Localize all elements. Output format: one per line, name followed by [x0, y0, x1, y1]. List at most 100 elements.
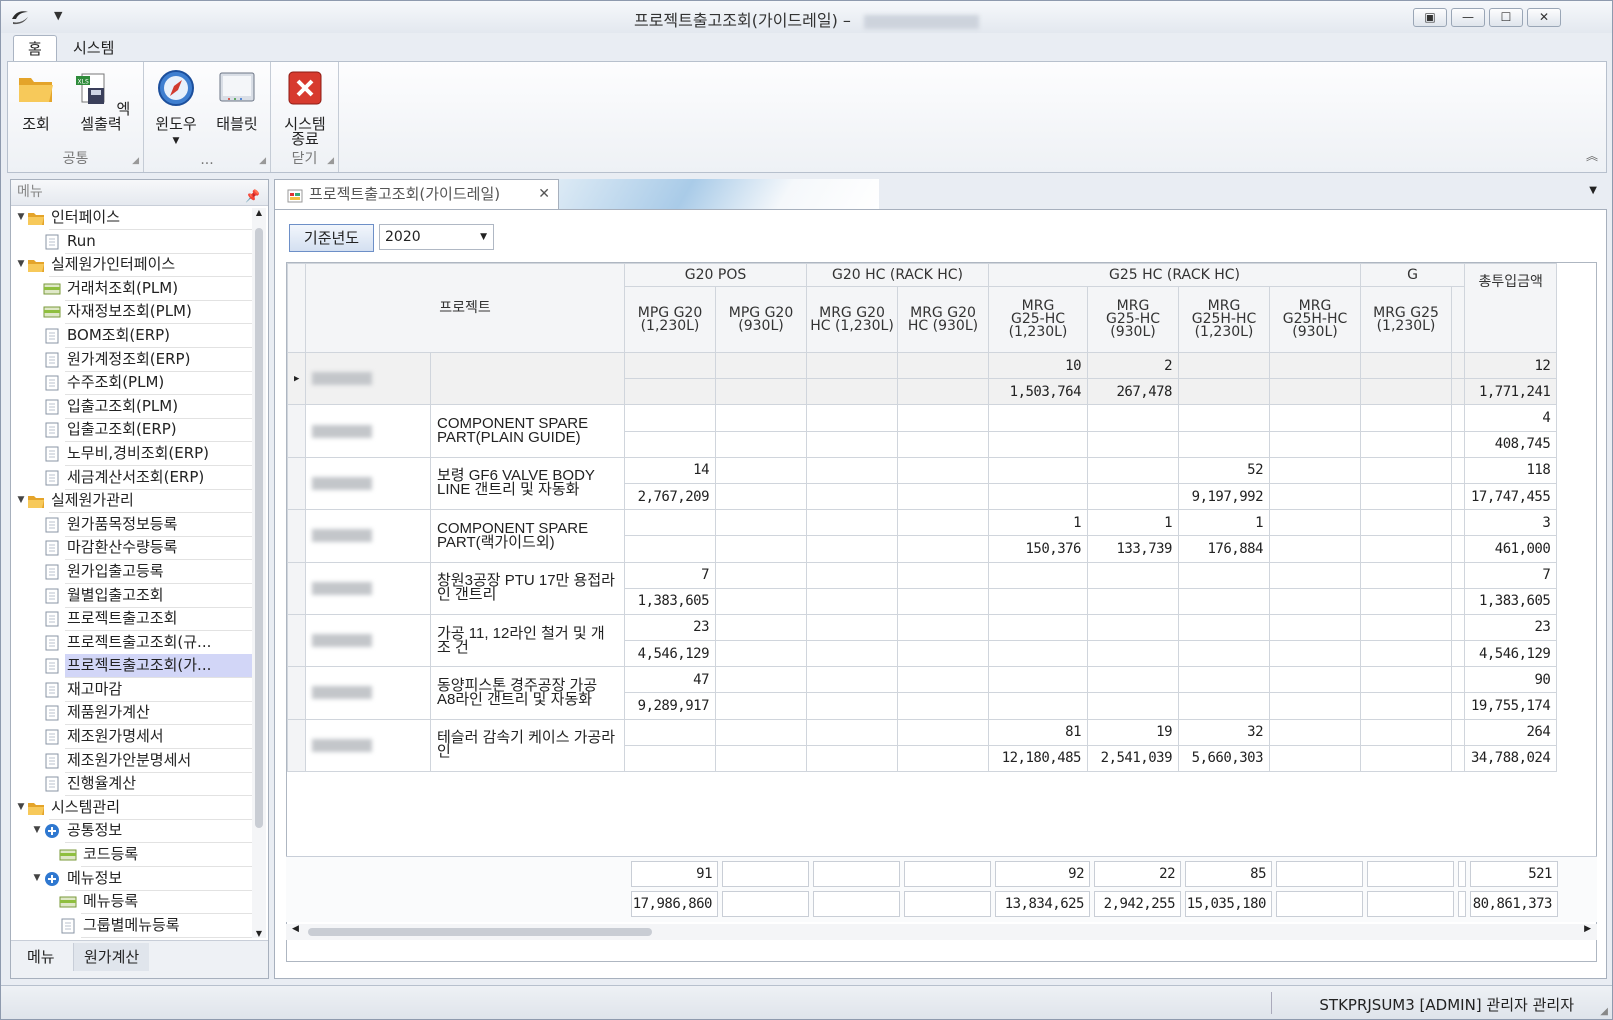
qty-cell[interactable] [897, 666, 989, 694]
tablet-button[interactable]: 태블릿 [212, 68, 262, 132]
amount-cell[interactable]: 9,197,992 [1178, 482, 1270, 511]
sidebar-item[interactable]: 입출고조회(PLM) [11, 395, 253, 419]
amount-cell[interactable] [988, 430, 1088, 458]
total-qty-cell[interactable]: 90 [1463, 666, 1558, 694]
table-row[interactable]: 테슬러 감속기 케이스 가공라인 81 19 32 264 [287, 718, 1558, 773]
qty-cell[interactable] [1360, 613, 1452, 642]
amount-cell[interactable] [1451, 482, 1465, 511]
sidebar-item[interactable]: Run [11, 230, 253, 254]
sidebar-item[interactable]: BOM조회(ERP) [11, 324, 253, 348]
qty-cell[interactable] [1087, 404, 1179, 432]
amount-cell[interactable] [897, 640, 989, 668]
qty-cell[interactable] [1451, 404, 1465, 432]
qty-cell[interactable] [1087, 613, 1179, 642]
system-exit-button[interactable]: 시스템 종료 [279, 68, 331, 147]
total-qty-cell[interactable]: 12 [1463, 351, 1558, 380]
amount-cell[interactable] [988, 482, 1088, 511]
total-qty-cell[interactable]: 23 [1463, 613, 1558, 642]
qty-cell[interactable] [1178, 613, 1270, 642]
sidebar-item[interactable]: 제품원가계산 [11, 701, 253, 726]
total-qty-cell[interactable]: 3 [1463, 509, 1558, 537]
tab-system[interactable]: 시스템 [59, 35, 128, 62]
qty-cell[interactable] [806, 718, 898, 746]
amount-cell[interactable] [1451, 430, 1465, 458]
collapse-ribbon-icon[interactable]: ︽ [1586, 147, 1598, 164]
amount-cell[interactable] [806, 378, 898, 406]
qty-cell[interactable] [806, 613, 898, 642]
table-row[interactable]: COMPONENT SPARE PART(랙가이드외) 1 1 1 3 [287, 509, 1558, 563]
qty-cell[interactable] [897, 718, 989, 746]
qty-cell[interactable] [806, 351, 898, 380]
row-indicator[interactable] [287, 456, 306, 511]
row-indicator[interactable] [287, 404, 306, 458]
qty-cell[interactable]: 47 [624, 666, 716, 694]
qty-cell[interactable] [1269, 404, 1361, 432]
amount-cell[interactable] [715, 535, 807, 563]
amount-cell[interactable] [1269, 378, 1361, 406]
amount-cell[interactable] [806, 640, 898, 668]
amount-cell[interactable] [897, 378, 989, 406]
qty-cell[interactable] [1178, 666, 1270, 694]
row-indicator[interactable] [287, 613, 306, 668]
qty-cell[interactable] [897, 561, 989, 589]
restore-view-button[interactable]: ▣ [1413, 8, 1447, 27]
year-select[interactable]: 2020 ▼ [379, 224, 494, 250]
amount-cell[interactable]: 2,767,209 [624, 482, 716, 511]
qty-cell[interactable] [624, 351, 716, 380]
sidebar-item[interactable]: 그룹별메뉴등록 [11, 914, 253, 938]
sidebar-item[interactable]: ▼ 공통정보 [11, 819, 253, 844]
qty-cell[interactable] [1360, 351, 1452, 380]
amount-cell[interactable] [624, 744, 716, 773]
qty-cell[interactable] [806, 509, 898, 537]
sidebar-item[interactable]: ▼ 인터페이스 [11, 206, 253, 230]
amount-cell[interactable] [1178, 692, 1270, 720]
excel-export-button[interactable]: XLS 엑셀출력 [68, 68, 134, 132]
tab-menu[interactable]: 메뉴 [17, 943, 65, 971]
qty-cell[interactable] [624, 509, 716, 537]
qty-cell[interactable] [1451, 666, 1465, 694]
maximize-button[interactable]: ☐ [1489, 8, 1523, 27]
amount-cell[interactable] [806, 430, 898, 458]
total-amount-cell[interactable]: 34,788,024 [1463, 744, 1558, 773]
amount-cell[interactable] [1451, 378, 1465, 406]
table-row[interactable]: ▶ 10 2 12 [287, 351, 1558, 406]
qty-cell[interactable] [806, 456, 898, 484]
row-indicator[interactable] [287, 666, 306, 720]
qty-cell[interactable]: 1 [988, 509, 1088, 537]
sidebar-item[interactable]: 원가계정조회(ERP) [11, 348, 253, 372]
doc-tab-active[interactable]: 프로젝트출고조회(가이드레일) ✕ [274, 179, 559, 209]
expand-toggle-icon[interactable]: ▼ [15, 253, 27, 276]
amount-cell[interactable] [806, 744, 898, 773]
expand-toggle-icon[interactable]: ▼ [31, 867, 43, 890]
qty-cell[interactable] [1451, 509, 1465, 537]
qty-cell[interactable]: 52 [1178, 456, 1270, 484]
table-row[interactable]: 보령 GF6 VALVE BODY LINE 갠트리 및 자동화 14 52 118 [287, 456, 1558, 511]
qty-cell[interactable] [1360, 718, 1452, 746]
expand-toggle-icon[interactable]: ▼ [15, 489, 27, 512]
sidebar-item[interactable]: 프로젝트출고조회(가... [11, 654, 253, 679]
close-tab-icon[interactable]: ✕ [538, 180, 550, 208]
sidebar-item[interactable]: 수주조회(PLM) [11, 371, 253, 396]
close-window-button[interactable]: ✕ [1527, 8, 1561, 27]
amount-cell[interactable]: 9,289,917 [624, 692, 716, 720]
qty-cell[interactable] [1087, 456, 1179, 484]
total-amount-cell[interactable]: 1,771,241 [1463, 378, 1558, 406]
amount-cell[interactable]: 176,884 [1178, 535, 1270, 563]
qty-cell[interactable] [897, 351, 989, 380]
qty-cell[interactable] [715, 404, 807, 432]
amount-cell[interactable]: 133,739 [1087, 535, 1179, 563]
sidebar-item[interactable]: 제조원가명세서 [11, 725, 253, 750]
expand-toggle-icon[interactable]: ▼ [15, 796, 27, 819]
row-indicator[interactable] [287, 718, 306, 773]
sidebar-item[interactable]: 세금계산서조회(ERP) [11, 466, 253, 490]
qty-cell[interactable]: 7 [624, 561, 716, 589]
amount-cell[interactable] [1269, 744, 1361, 773]
qty-cell[interactable]: 1 [1087, 509, 1179, 537]
amount-cell[interactable] [988, 640, 1088, 668]
qty-cell[interactable]: 10 [988, 351, 1088, 380]
amount-cell[interactable] [1269, 692, 1361, 720]
amount-cell[interactable] [1087, 587, 1179, 615]
amount-cell[interactable] [624, 378, 716, 406]
amount-cell[interactable] [1178, 640, 1270, 668]
sidebar-item[interactable]: 진행율계산 [11, 772, 253, 797]
